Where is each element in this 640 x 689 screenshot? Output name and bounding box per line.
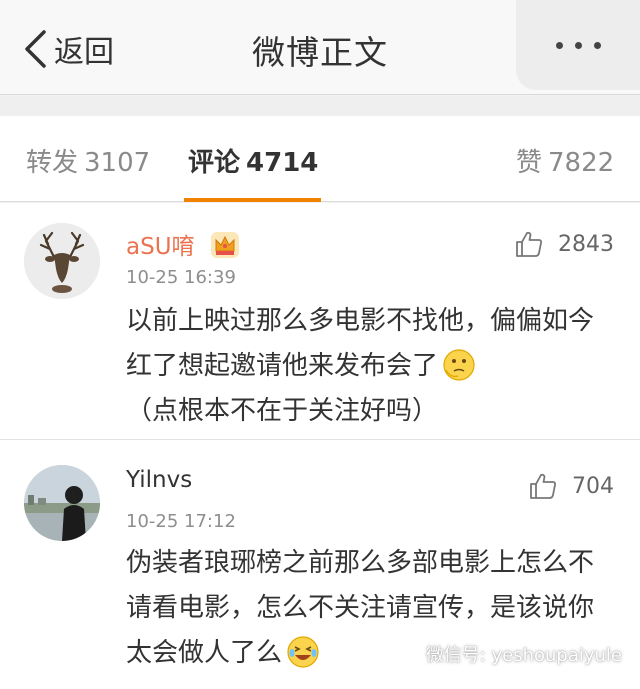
thumbs-up-icon	[516, 231, 542, 257]
tab-bar: 转发 3107 评论 4714 赞 7822	[0, 116, 640, 202]
comment-list: aSU唷 10-25 16:39 2843 以前上映过那么多电影不找他，偏偏如今…	[0, 203, 640, 689]
deer-head-avatar-icon	[24, 223, 100, 299]
avatar[interactable]	[24, 465, 100, 541]
comment-timestamp: 10-25 16:39	[126, 267, 236, 288]
comment-username[interactable]: Yilnvs	[126, 467, 192, 493]
tab-label: 转发	[26, 148, 79, 178]
tab-likes[interactable]: 赞 7822	[516, 142, 614, 179]
like-count: 704	[572, 473, 614, 499]
comment-text-body: 以前上映过那么多电影不找他，偏偏如今红了想起邀请他来发布会了	[126, 306, 595, 381]
tab-count: 3107	[84, 148, 151, 178]
comment-text-tail: （点根本不在于关注好吗）	[126, 396, 439, 426]
person-landscape-avatar-icon	[24, 465, 100, 541]
vip-crown-icon	[210, 232, 239, 258]
watermark-text: 微信号: yeshoupaiyule	[425, 645, 622, 666]
username-text: aSU唷	[126, 234, 195, 260]
separator	[0, 96, 640, 116]
comment-text: 以前上映过那么多电影不找他，偏偏如今红了想起邀请他来发布会了 （点根本不在于关注…	[126, 299, 616, 434]
nav-bar: 返回 微博正文	[0, 0, 640, 95]
more-dot-icon	[555, 41, 563, 49]
comment-timestamp: 10-25 17:12	[126, 511, 236, 532]
comment-item: aSU唷 10-25 16:39 2843 以前上映过那么多电影不找他，偏偏如今…	[0, 203, 640, 440]
comment-username[interactable]: aSU唷	[126, 227, 240, 261]
tab-label: 赞	[516, 148, 543, 178]
tab-comments[interactable]: 评论 4714	[188, 142, 318, 179]
like-button[interactable]: 704	[528, 471, 614, 501]
thumbs-up-icon	[530, 473, 556, 499]
tab-count: 7822	[548, 148, 615, 178]
more-dot-icon	[574, 41, 582, 49]
like-count: 2843	[558, 231, 614, 257]
wechat-icon	[393, 643, 419, 664]
avatar[interactable]	[24, 223, 100, 299]
comment-item: Yilnvs 10-25 17:12 704 伪装者琅琊榜之前那么多部电影上怎么…	[0, 441, 640, 689]
more-dot-icon	[593, 41, 601, 49]
tab-label: 评论	[188, 148, 241, 178]
active-tab-indicator	[184, 198, 321, 202]
tab-count: 4714	[246, 148, 319, 178]
watermark: 微信号: yeshoupaiyule	[393, 641, 622, 667]
tab-reposts[interactable]: 转发 3107	[26, 142, 150, 179]
like-button[interactable]: 2843	[514, 229, 614, 259]
more-options-button[interactable]	[516, 0, 640, 90]
thinking-emoji-icon	[443, 349, 475, 381]
laughing-emoji-icon	[287, 636, 319, 668]
